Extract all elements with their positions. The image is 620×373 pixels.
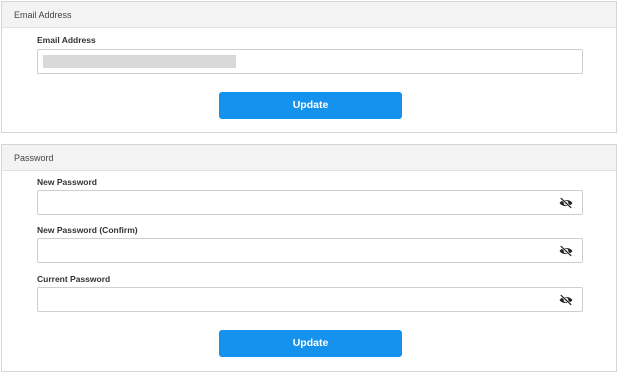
- eye-slash-icon[interactable]: [559, 294, 573, 306]
- new-password-confirm-label: New Password (Confirm): [37, 225, 138, 235]
- current-password-field[interactable]: [37, 287, 583, 312]
- redacted-email-value: [43, 55, 236, 68]
- email-field-label: Email Address: [37, 35, 96, 45]
- new-password-confirm-input[interactable]: [38, 239, 582, 262]
- password-panel: Password New Password New Password (Conf…: [1, 144, 617, 372]
- eye-slash-icon[interactable]: [559, 197, 573, 209]
- new-password-confirm-field[interactable]: [37, 238, 583, 263]
- email-address-panel: Email Address Email Address Update: [1, 1, 617, 133]
- email-field[interactable]: [37, 49, 583, 74]
- eye-slash-icon[interactable]: [559, 245, 573, 257]
- new-password-label: New Password: [37, 177, 97, 187]
- new-password-field[interactable]: [37, 190, 583, 215]
- current-password-input[interactable]: [38, 288, 582, 311]
- password-panel-header: Password: [2, 145, 616, 171]
- new-password-input[interactable]: [38, 191, 582, 214]
- email-panel-header: Email Address: [2, 2, 616, 28]
- update-email-button[interactable]: Update: [219, 92, 402, 119]
- update-password-button[interactable]: Update: [219, 330, 402, 357]
- current-password-label: Current Password: [37, 274, 111, 284]
